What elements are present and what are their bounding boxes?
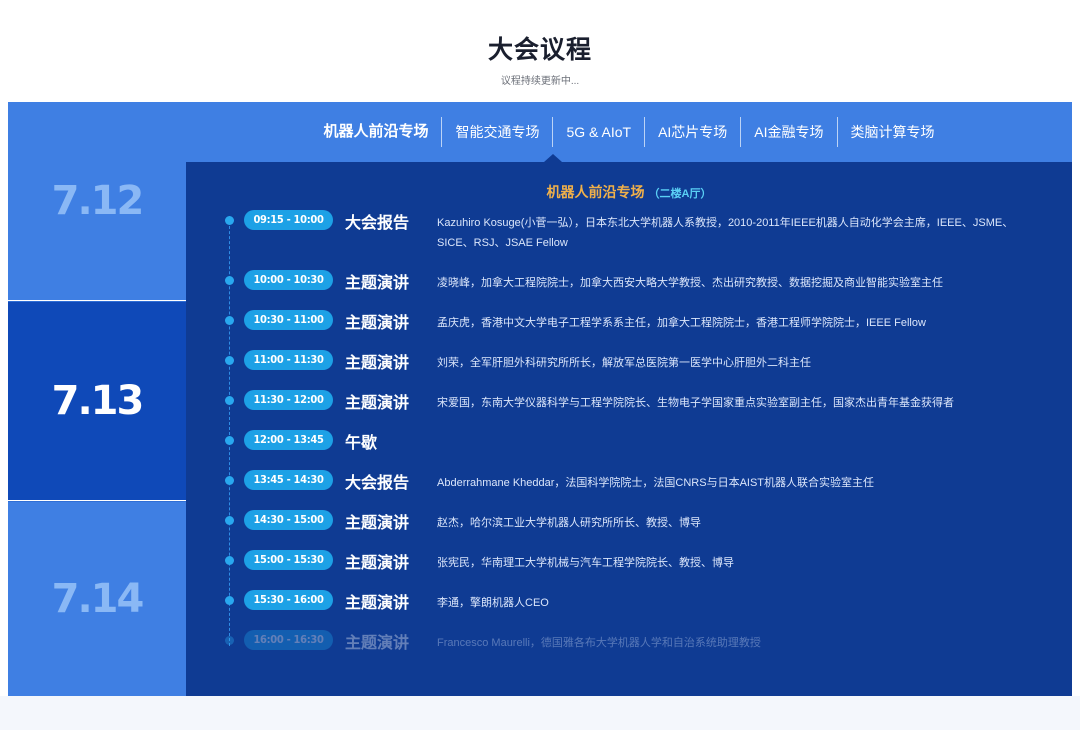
bottom-band (0, 696, 1080, 730)
speaker-description: Kazuhiro Kosuge(小菅一弘），日本东北大学机器人系教授，2010-… (437, 217, 1014, 249)
timeline-dot-icon (225, 276, 234, 285)
agenda-list: 09:15 - 10:00 大会报告 Kazuhiro Kosuge(小菅一弘），日… (186, 208, 1072, 668)
date-tab-714[interactable]: 7.14 (8, 501, 186, 696)
talk-type: 主题演讲 (345, 595, 410, 612)
speaker-description: 凌晓峰，加拿大工程院院士，加拿大西安大略大学教授、杰出研究教授、数据挖掘及商业智… (437, 277, 943, 289)
agenda-row: 14:30 - 15:00 主题演讲 赵杰，哈尔滨工业大学机器人研究所所长、教授、博… (186, 508, 1072, 548)
timeline-dot-icon (225, 476, 234, 485)
talk-type: 主题演讲 (345, 395, 410, 412)
timeline-dot-icon (225, 636, 234, 645)
page-header: 大会议程 议程持续更新中... (0, 30, 1080, 87)
time-badge: 16:00 - 16:30 (244, 630, 333, 650)
time-badge: 14:30 - 15:00 (244, 510, 333, 530)
agenda-row: 10:00 - 10:30 主题演讲 凌晓峰，加拿大工程院院士，加拿大西安大略大学教… (186, 268, 1072, 308)
tab-brain-computing[interactable]: 类脑计算专场 (836, 117, 948, 147)
speaker-description: Abderrahmane Kheddar，法国科学院院士，法国CNRS与日本AI… (437, 477, 875, 489)
time-badge: 15:30 - 16:00 (244, 590, 333, 610)
tab-smart-transport[interactable]: 智能交通专场 (441, 117, 552, 147)
timeline-dot-icon (225, 356, 234, 365)
timeline-dot-icon (225, 556, 234, 565)
agenda-row: 09:15 - 10:00 大会报告 Kazuhiro Kosuge(小菅一弘），日… (186, 208, 1072, 268)
tab-5g-aiot[interactable]: 5G & AIoT (552, 117, 644, 147)
timeline-dot-icon (225, 396, 234, 405)
talk-type: 主题演讲 (345, 515, 410, 532)
timeline-dot-icon (225, 316, 234, 325)
agenda-row: 12:00 - 13:45 午歇 (186, 428, 1072, 468)
agenda-row: 15:30 - 16:00 主题演讲 李通，擎朗机器人CEO (186, 588, 1072, 628)
schedule-block: 7.12 7.13 7.14 机器人前沿专场 智能交通专场 5G & AIoT … (8, 102, 1072, 696)
timeline-dot-icon (225, 436, 234, 445)
agenda-row: 15:00 - 15:30 主题演讲 张宪民，华南理工大学机械与汽车工程学院院长、教… (186, 548, 1072, 588)
time-badge: 09:15 - 10:00 (244, 210, 333, 230)
speaker-description: 赵杰，哈尔滨工业大学机器人研究所所长、教授、博导 (437, 517, 701, 529)
session-room: （二楼A厅） (648, 188, 712, 200)
time-badge: 11:30 - 12:00 (244, 390, 333, 410)
agenda-row: 11:30 - 12:00 主题演讲 宋爱国，东南大学仪器科学与工程学院院长、生物电… (186, 388, 1072, 428)
page-subtitle: 议程持续更新中... (500, 76, 580, 87)
time-badge: 15:00 - 15:30 (244, 550, 333, 570)
speaker-description: Francesco Maurelli，德国雅各布大学机器人学和自治系统助理教授 (437, 637, 761, 649)
talk-type: 主题演讲 (345, 355, 410, 372)
speaker-description: 刘荣，全军肝胆外科研究所所长，解放军总医院第一医学中心肝胆外二科主任 (437, 357, 811, 369)
session-name: 机器人前沿专场 (546, 184, 645, 200)
talk-type: 午歇 (345, 435, 378, 452)
speaker-description: 张宪民，华南理工大学机械与汽车工程学院院长、教授、博导 (437, 557, 734, 569)
time-badge: 12:00 - 13:45 (244, 430, 333, 450)
talk-type: 主题演讲 (345, 635, 410, 652)
talk-type: 主题演讲 (345, 555, 410, 572)
time-badge: 13:45 - 14:30 (244, 470, 333, 490)
time-badge: 11:00 - 11:30 (244, 350, 333, 370)
speaker-description: 李通，擎朗机器人CEO (437, 597, 549, 609)
date-tab-713[interactable]: 7.13 (8, 301, 186, 500)
tab-ai-finance[interactable]: AI金融专场 (740, 117, 836, 147)
talk-type: 主题演讲 (345, 275, 410, 292)
agenda-row: 16:00 - 16:30 主题演讲 Francesco Maurelli，德国雅各… (186, 628, 1072, 668)
time-badge: 10:30 - 11:00 (244, 310, 333, 330)
agenda-row: 10:30 - 11:00 主题演讲 孟庆虎，香港中文大学电子工程学系系主任，加拿大… (186, 308, 1072, 348)
agenda-panel: 机器人前沿专场 智能交通专场 5G & AIoT AI芯片专场 AI金融专场 类… (186, 102, 1072, 696)
page-title: 大会议程 (487, 36, 592, 64)
time-badge: 10:00 - 10:30 (244, 270, 333, 290)
talk-type: 大会报告 (345, 215, 410, 232)
tab-ai-chip[interactable]: AI芯片专场 (644, 117, 740, 147)
date-tab-712[interactable]: 7.12 (8, 102, 186, 300)
agenda-page: 大会议程 议程持续更新中... 7.12 7.13 7.14 机器人前沿专场 智… (0, 0, 1080, 730)
speaker-description: 宋爱国，东南大学仪器科学与工程学院院长、生物电子学国家重点实验室副主任，国家杰出… (437, 397, 954, 409)
talk-type: 主题演讲 (345, 315, 410, 332)
session-tabbar: 机器人前沿专场 智能交通专场 5G & AIoT AI芯片专场 AI金融专场 类… (186, 102, 1072, 162)
agenda-row: 13:45 - 14:30 大会报告 Abderrahmane Kheddar，法国… (186, 468, 1072, 508)
timeline-dot-icon (225, 516, 234, 525)
tab-robotics[interactable]: 机器人前沿专场 (310, 117, 441, 147)
talk-type: 大会报告 (345, 475, 410, 492)
timeline-dot-icon (225, 216, 234, 225)
agenda-row: 11:00 - 11:30 主题演讲 刘荣，全军肝胆外科研究所所长，解放军总医院第一… (186, 348, 1072, 388)
timeline-dot-icon (225, 596, 234, 605)
session-title: 机器人前沿专场 （二楼A厅） (186, 182, 1072, 202)
active-tab-indicator (544, 154, 562, 162)
speaker-description: 孟庆虎，香港中文大学电子工程学系系主任，加拿大工程院院士，香港工程师学院院士，I… (437, 317, 926, 329)
date-column: 7.12 7.13 7.14 (8, 102, 186, 696)
